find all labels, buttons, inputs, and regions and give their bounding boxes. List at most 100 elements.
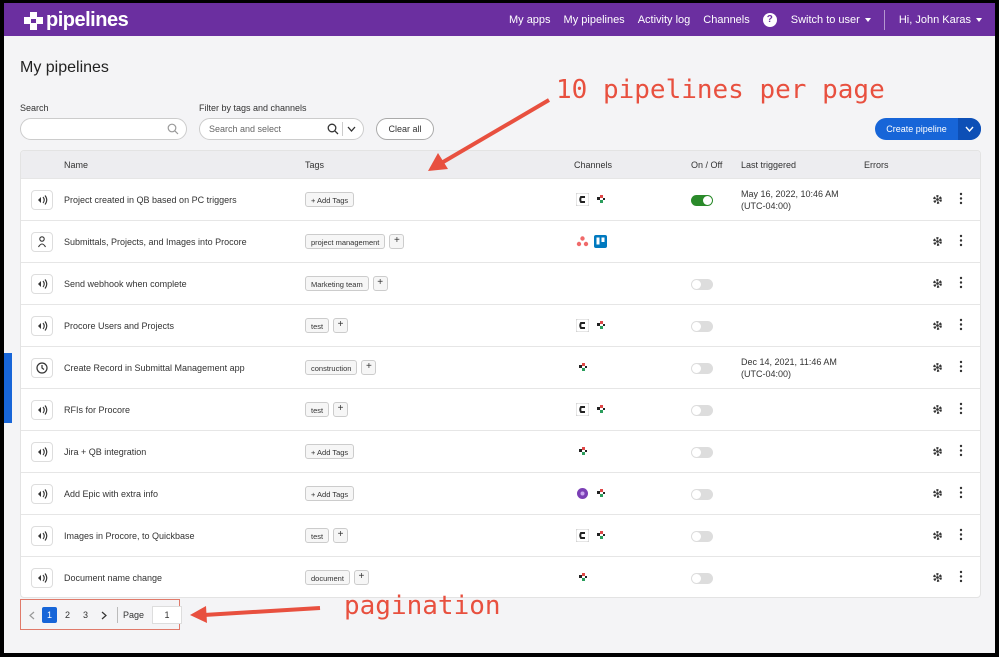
- create-pipeline-dropdown[interactable]: [958, 118, 981, 140]
- tag-chip[interactable]: project management: [305, 234, 386, 249]
- pipeline-toggle[interactable]: [691, 195, 713, 206]
- page-number-input[interactable]: 1: [152, 606, 183, 624]
- pipeline-tags: project management +: [305, 234, 405, 249]
- caret-down-icon: [864, 17, 871, 22]
- tag-chip[interactable]: test: [305, 318, 330, 333]
- filter-label: Filter by tags and channels: [199, 103, 307, 113]
- table-row[interactable]: RFIs for Procore test +: [21, 388, 980, 430]
- add-tag-button[interactable]: +: [333, 528, 349, 543]
- gear-icon[interactable]: [931, 235, 944, 250]
- page-3-button[interactable]: 3: [78, 607, 93, 623]
- prev-page-button[interactable]: [24, 607, 39, 623]
- pipeline-name[interactable]: Add Epic with extra info: [64, 489, 158, 499]
- tag-chip[interactable]: + Add Tags: [305, 444, 355, 459]
- more-options-icon[interactable]: [959, 528, 963, 543]
- table-row[interactable]: Add Epic with extra info + Add Tags: [21, 472, 980, 514]
- tag-chip[interactable]: Marketing team: [305, 276, 369, 291]
- search-input[interactable]: [20, 118, 187, 140]
- more-options-icon[interactable]: [959, 444, 963, 459]
- gear-icon[interactable]: [931, 403, 944, 418]
- table-row[interactable]: Submittals, Projects, and Images into Pr…: [21, 220, 980, 262]
- page-2-button[interactable]: 2: [60, 607, 75, 623]
- help-icon[interactable]: ?: [762, 12, 777, 27]
- nav-my-apps[interactable]: My apps: [509, 14, 551, 26]
- nav-my-pipelines[interactable]: My pipelines: [564, 14, 625, 26]
- last-triggered: May 16, 2022, 10:46 AM (UTC-04:00): [741, 188, 839, 212]
- pipeline-toggle[interactable]: [691, 573, 713, 584]
- table-row[interactable]: Procore Users and Projects test +: [21, 304, 980, 346]
- tag-chip[interactable]: test: [305, 402, 330, 417]
- pipeline-name[interactable]: RFIs for Procore: [64, 405, 130, 415]
- add-tag-button[interactable]: +: [389, 234, 405, 249]
- nav-activity-log[interactable]: Activity log: [638, 14, 691, 26]
- pipeline-toggle[interactable]: [691, 447, 713, 458]
- tag-chip[interactable]: test: [305, 528, 330, 543]
- app-window: pipelines My apps My pipelines Activity …: [4, 3, 995, 653]
- more-options-icon[interactable]: [959, 192, 963, 207]
- pipeline-name[interactable]: Project created in QB based on PC trigge…: [64, 195, 237, 205]
- pipeline-toggle[interactable]: [691, 489, 713, 500]
- tag-chip[interactable]: document: [305, 570, 350, 585]
- user-menu[interactable]: Hi, John Karas: [899, 14, 982, 26]
- table-row[interactable]: Images in Procore, to Quickbase test +: [21, 514, 980, 556]
- gear-icon[interactable]: [931, 487, 944, 502]
- add-tag-button[interactable]: +: [333, 402, 349, 417]
- pipeline-name[interactable]: Submittals, Projects, and Images into Pr…: [64, 237, 247, 247]
- pipeline-toggle[interactable]: [691, 321, 713, 332]
- next-page-button[interactable]: [96, 607, 111, 623]
- add-tag-button[interactable]: +: [372, 276, 388, 291]
- pipeline-toggle[interactable]: [691, 279, 713, 290]
- pipeline-name[interactable]: Procore Users and Projects: [64, 321, 174, 331]
- pipeline-toggle[interactable]: [691, 531, 713, 542]
- quickbase-channel-icon: [594, 487, 607, 500]
- give-feedback-tab[interactable]: [4, 353, 12, 423]
- gear-icon[interactable]: [931, 193, 944, 208]
- tag-chip[interactable]: construction: [305, 360, 358, 375]
- gear-icon[interactable]: [931, 361, 944, 376]
- add-tag-button[interactable]: +: [353, 570, 369, 585]
- more-options-icon[interactable]: [959, 570, 963, 585]
- chevron-down-icon[interactable]: [347, 126, 356, 132]
- add-tag-button[interactable]: +: [361, 360, 377, 375]
- annotation-arrow-icon: [428, 98, 551, 171]
- more-options-icon[interactable]: [959, 276, 963, 291]
- table-row[interactable]: Document name change document +: [21, 556, 980, 597]
- column-onoff: On / Off: [691, 160, 723, 170]
- nav-channels[interactable]: Channels: [703, 14, 749, 26]
- table-row[interactable]: Send webhook when complete Marketing team…: [21, 262, 980, 304]
- more-options-icon[interactable]: [959, 402, 963, 417]
- page-1-button[interactable]: 1: [42, 607, 57, 623]
- gear-icon[interactable]: [931, 529, 944, 544]
- more-options-icon[interactable]: [959, 318, 963, 333]
- page-label: Page: [123, 610, 145, 620]
- pipeline-name[interactable]: Jira + QB integration: [64, 447, 146, 457]
- pipeline-toggle[interactable]: [691, 405, 713, 416]
- more-options-icon[interactable]: [959, 360, 963, 375]
- asana-channel-icon: [576, 235, 589, 248]
- chevron-left-icon: [28, 611, 34, 619]
- gear-icon[interactable]: [931, 445, 944, 460]
- tag-chip[interactable]: + Add Tags: [305, 192, 355, 207]
- person-icon: [31, 232, 53, 252]
- pipeline-name[interactable]: Send webhook when complete: [64, 279, 187, 289]
- table-row[interactable]: Jira + QB integration + Add Tags: [21, 430, 980, 472]
- pipeline-channels: [576, 235, 612, 248]
- pipeline-name[interactable]: Document name change: [64, 573, 162, 583]
- gear-icon[interactable]: [931, 319, 944, 334]
- pipeline-toggle[interactable]: [691, 363, 713, 374]
- table-row[interactable]: Create Record in Submittal Management ap…: [21, 346, 980, 388]
- pipeline-name[interactable]: Images in Procore, to Quickbase: [64, 531, 195, 541]
- gear-icon[interactable]: [931, 571, 944, 586]
- filter-select[interactable]: Search and select: [199, 118, 364, 140]
- toggle-knob: [692, 364, 701, 373]
- gear-icon[interactable]: [931, 277, 944, 292]
- add-tag-button[interactable]: +: [333, 318, 349, 333]
- pipeline-name[interactable]: Create Record in Submittal Management ap…: [64, 363, 245, 373]
- more-options-icon[interactable]: [959, 486, 963, 501]
- tag-chip[interactable]: + Add Tags: [305, 486, 355, 501]
- create-pipeline-button[interactable]: Create pipeline: [875, 118, 981, 140]
- more-options-icon[interactable]: [959, 234, 963, 249]
- table-row[interactable]: Project created in QB based on PC trigge…: [21, 178, 980, 220]
- switch-user-menu[interactable]: Switch to user: [791, 14, 871, 26]
- pipelines-logo[interactable]: pipelines: [24, 9, 129, 32]
